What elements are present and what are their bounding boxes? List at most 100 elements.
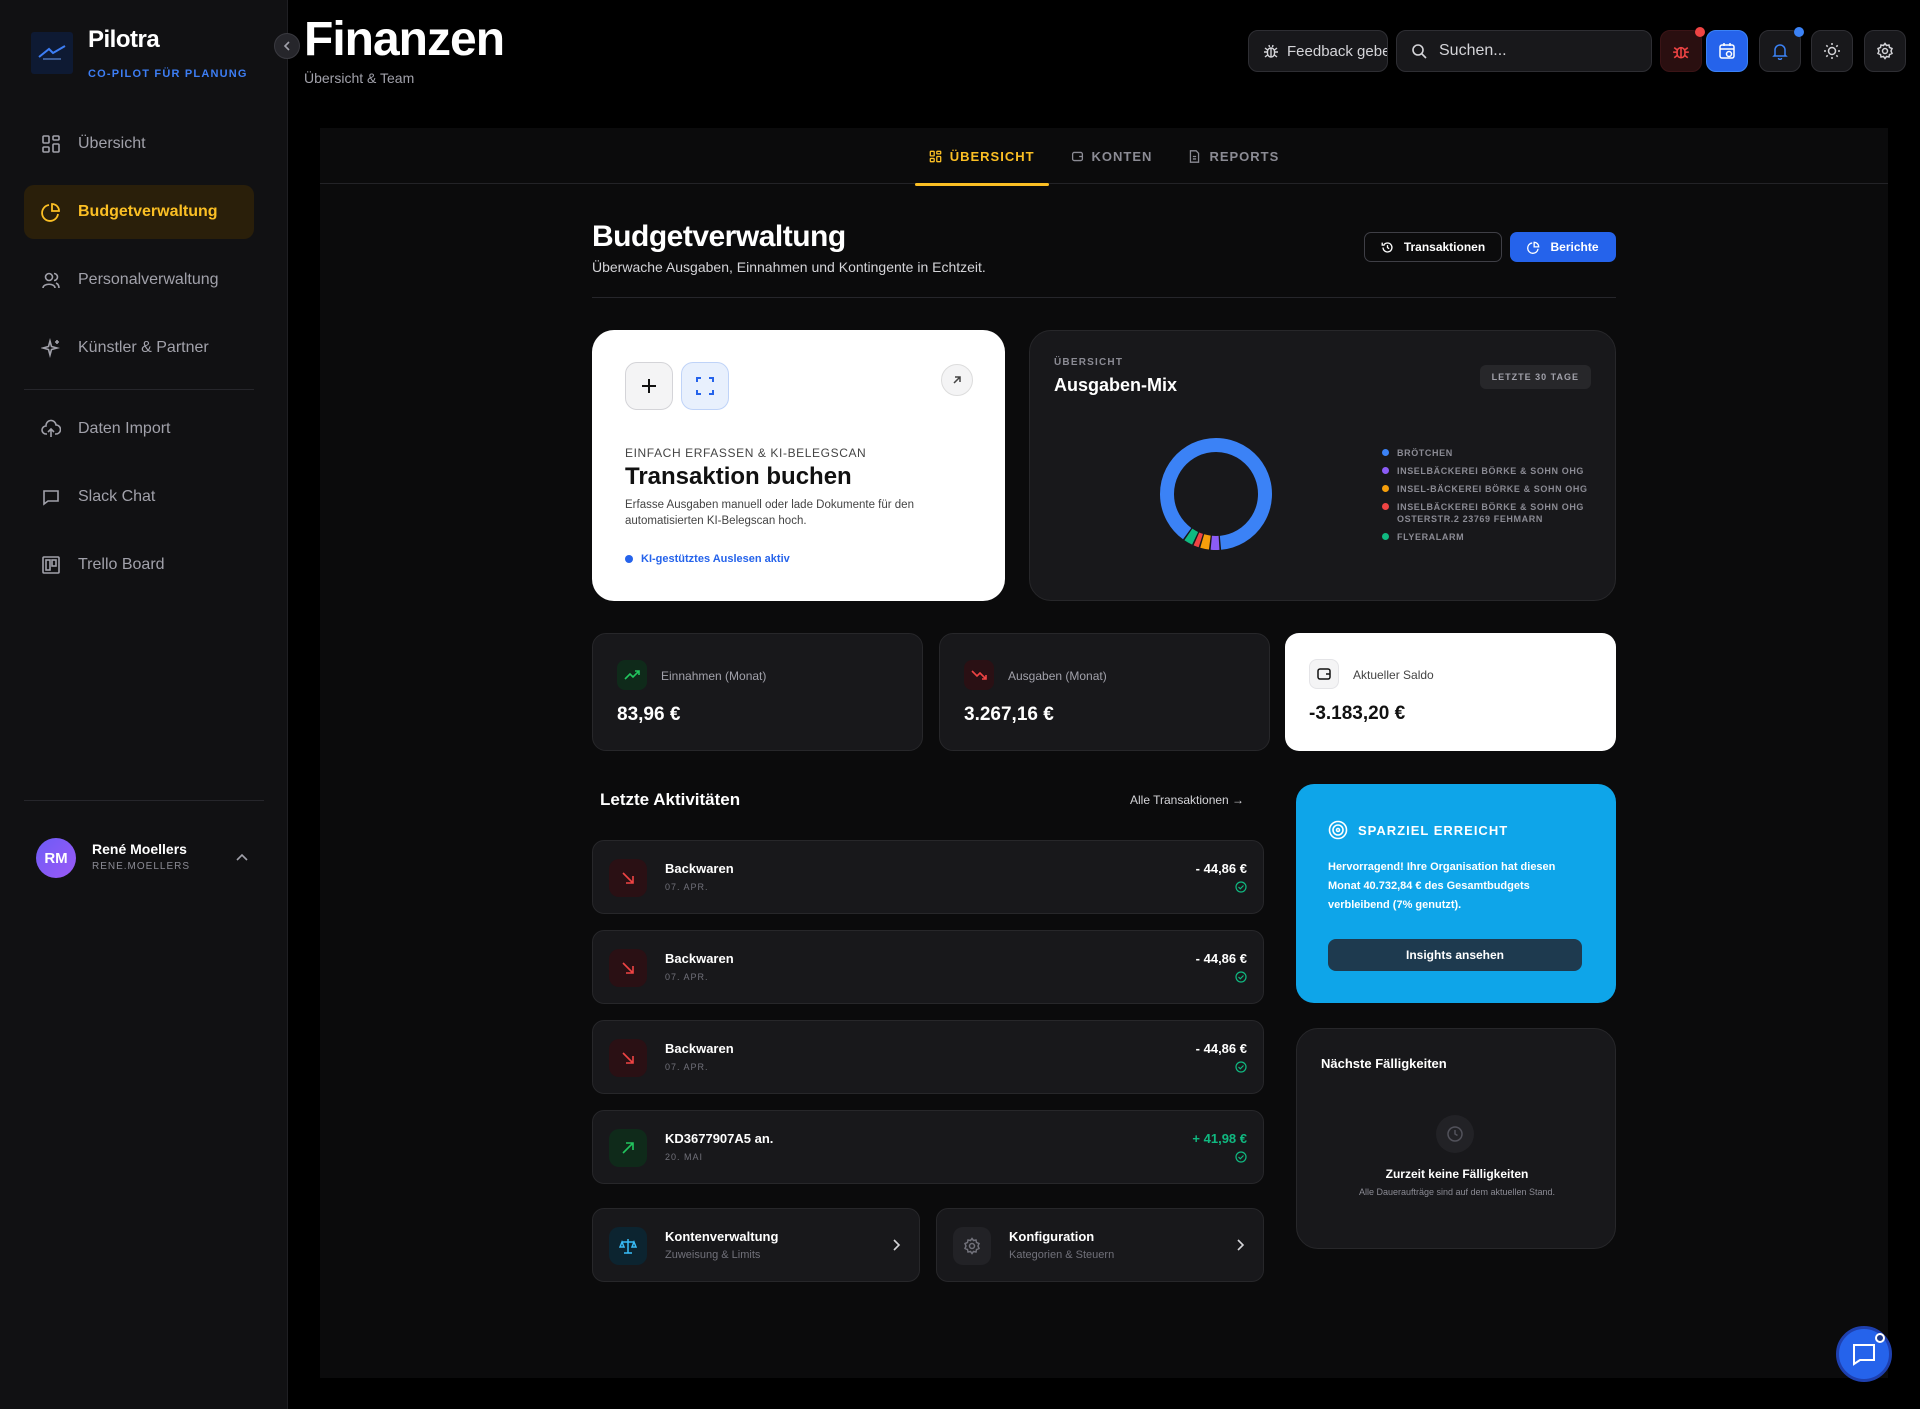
add-transaction-button[interactable] [625, 362, 673, 410]
legend-label: Insel-Bäckerei Börke & Sohn OHG [1397, 484, 1588, 494]
activity-date: 07. APR. [665, 1062, 709, 1072]
activity-date: 07. APR. [665, 882, 709, 892]
bug-icon [1263, 43, 1279, 59]
settings-button[interactable] [1864, 30, 1906, 72]
document-icon [1188, 149, 1201, 163]
chat-icon [40, 486, 62, 508]
legend-label: Flyeralarm [1397, 532, 1465, 542]
notification-dot [1875, 1333, 1885, 1343]
donut-slice[interactable] [1184, 528, 1199, 545]
tab-konten[interactable]: KONTEN [1057, 128, 1167, 184]
user-profile[interactable]: RM René Moellers RENE.MOELLERS [24, 800, 264, 912]
status-dot [625, 555, 633, 563]
user-name: René Moellers [92, 841, 187, 857]
tab-uebersicht[interactable]: ÜBERSICHT [914, 128, 1049, 186]
arrow-up-right-icon [952, 375, 962, 385]
reports-button[interactable]: Berichte [1510, 232, 1616, 262]
grid-icon [40, 133, 62, 155]
insights-button[interactable]: Insights ansehen [1328, 939, 1582, 971]
period-badge[interactable]: LETZTE 30 TAGE [1479, 365, 1591, 389]
sidebar-item-uebersicht[interactable]: Übersicht [24, 117, 254, 171]
scale-icon [609, 1227, 647, 1265]
activity-name: KD3677907A5 an. [665, 1131, 774, 1146]
chat-fab-button[interactable] [1836, 1326, 1892, 1382]
tab-label: REPORTS [1209, 148, 1280, 164]
transactions-button[interactable]: Transaktionen [1364, 232, 1502, 262]
wallet-icon [1071, 150, 1084, 163]
check-circle-icon [1235, 971, 1247, 983]
expenses-stat-card[interactable]: Ausgaben (Monat) 3.267,16 € [939, 633, 1270, 751]
configuration-card[interactable]: Konfiguration Kategorien & Steuern [936, 1208, 1264, 1282]
legend-label: Brötchen [1397, 448, 1453, 458]
booking-card[interactable]: EINFACH ERFASSEN & KI-BELEGSCAN Transakt… [592, 330, 1005, 601]
booking-eyebrow: EINFACH ERFASSEN & KI-BELEGSCAN [625, 446, 867, 460]
sun-icon [1823, 42, 1841, 60]
tab-bar: ÜBERSICHT KONTEN REPORTS [320, 128, 1888, 186]
cloud-upload-icon [40, 418, 62, 440]
board-icon [40, 554, 62, 576]
search-input[interactable]: Suchen... [1396, 30, 1652, 72]
sidebar-item-label: Künstler & Partner [78, 339, 209, 356]
account-management-card[interactable]: Kontenverwaltung Zuweisung & Limits [592, 1208, 920, 1282]
legend-swatch [1382, 533, 1389, 540]
reports-label: Berichte [1550, 240, 1599, 254]
legend-swatch [1382, 503, 1389, 510]
due-title: Nächste Fälligkeiten [1321, 1056, 1447, 1071]
chart-legend: Brötchen Inselbäckerei Börke & Sohn OHG … [1382, 447, 1592, 549]
logo[interactable] [31, 32, 73, 74]
page-subtitle: Übersicht & Team [304, 70, 415, 86]
sidebar-item-personalverwaltung[interactable]: Personalverwaltung [24, 253, 254, 307]
scan-icon [695, 376, 715, 396]
gear-icon [1876, 42, 1894, 60]
ai-status: KI-gestütztes Auslesen aktiv [625, 553, 790, 565]
quick-subtitle: Kategorien & Steuern [1009, 1249, 1115, 1261]
legend-swatch [1382, 449, 1389, 456]
balance-stat-card[interactable]: Aktueller Saldo -3.183,20 € [1285, 633, 1616, 751]
chevron-up-icon[interactable] [236, 853, 248, 861]
scan-receipt-button[interactable] [681, 362, 729, 410]
income-stat-card[interactable]: Einnahmen (Monat) 83,96 € [592, 633, 923, 751]
activity-amount: + 41,98 € [1192, 1131, 1247, 1146]
donut-slice[interactable] [1193, 532, 1204, 548]
feedback-button[interactable]: Feedback geben [1248, 30, 1388, 72]
sidebar-item-slack-chat[interactable]: Slack Chat [24, 470, 254, 524]
activity-row[interactable]: Backwaren 07. APR. - 44,86 € [592, 930, 1264, 1004]
notifications-button[interactable] [1759, 27, 1804, 72]
sparkles-icon [40, 337, 62, 359]
legend-item: Inselbäckerei Börke & Sohn OHG Osterstr.… [1382, 501, 1592, 525]
theme-toggle-button[interactable] [1811, 30, 1853, 72]
activity-row[interactable]: Backwaren 07. APR. - 44,86 € [592, 1020, 1264, 1094]
brand-tagline: CO-PILOT FÜR PLANUNG [88, 68, 248, 80]
chevron-left-icon [283, 41, 291, 51]
sidebar-item-trello-board[interactable]: Trello Board [24, 538, 254, 592]
sidebar-item-budgetverwaltung[interactable]: Budgetverwaltung [24, 185, 254, 239]
donut-chart[interactable] [1158, 436, 1274, 552]
activity-row[interactable]: KD3677907A5 an. 20. MAI + 41,98 € [592, 1110, 1264, 1184]
brand-name: Pilotra [88, 26, 160, 53]
sidebar-item-daten-import[interactable]: Daten Import [24, 402, 254, 456]
calendar-button[interactable] [1706, 30, 1748, 72]
open-booking-button[interactable] [941, 364, 973, 396]
chevron-right-icon [1237, 1239, 1245, 1251]
donut-slice[interactable] [1200, 534, 1211, 550]
legend-label: Inselbäckerei Börke & Sohn OHG [1397, 466, 1585, 476]
stat-label: Einnahmen (Monat) [661, 669, 767, 683]
bell-icon [1771, 42, 1789, 60]
notification-dot [1695, 27, 1705, 37]
tab-reports[interactable]: REPORTS [1174, 128, 1293, 184]
feedback-label: Feedback geben [1287, 42, 1388, 60]
grid-icon [929, 150, 942, 163]
booking-title: Transaktion buchen [625, 463, 852, 490]
section-title: Budgetverwaltung [592, 220, 846, 253]
sidebar-item-kuenstler-partner[interactable]: Künstler & Partner [24, 321, 254, 375]
bug-icon [1672, 42, 1690, 60]
donut-slice[interactable] [1160, 438, 1272, 550]
sidebar-collapse-button[interactable] [274, 33, 300, 59]
all-transactions-link[interactable]: Alle Transaktionen → [1130, 793, 1244, 807]
upcoming-due-card: Nächste Fälligkeiten Zurzeit keine Fälli… [1296, 1028, 1616, 1249]
bug-report-button[interactable] [1660, 27, 1705, 72]
activity-row[interactable]: Backwaren 07. APR. - 44,86 € [592, 840, 1264, 914]
legend-item: Brötchen [1382, 447, 1592, 459]
transactions-label: Transaktionen [1403, 240, 1486, 254]
sidebar-item-label: Daten Import [78, 420, 171, 437]
